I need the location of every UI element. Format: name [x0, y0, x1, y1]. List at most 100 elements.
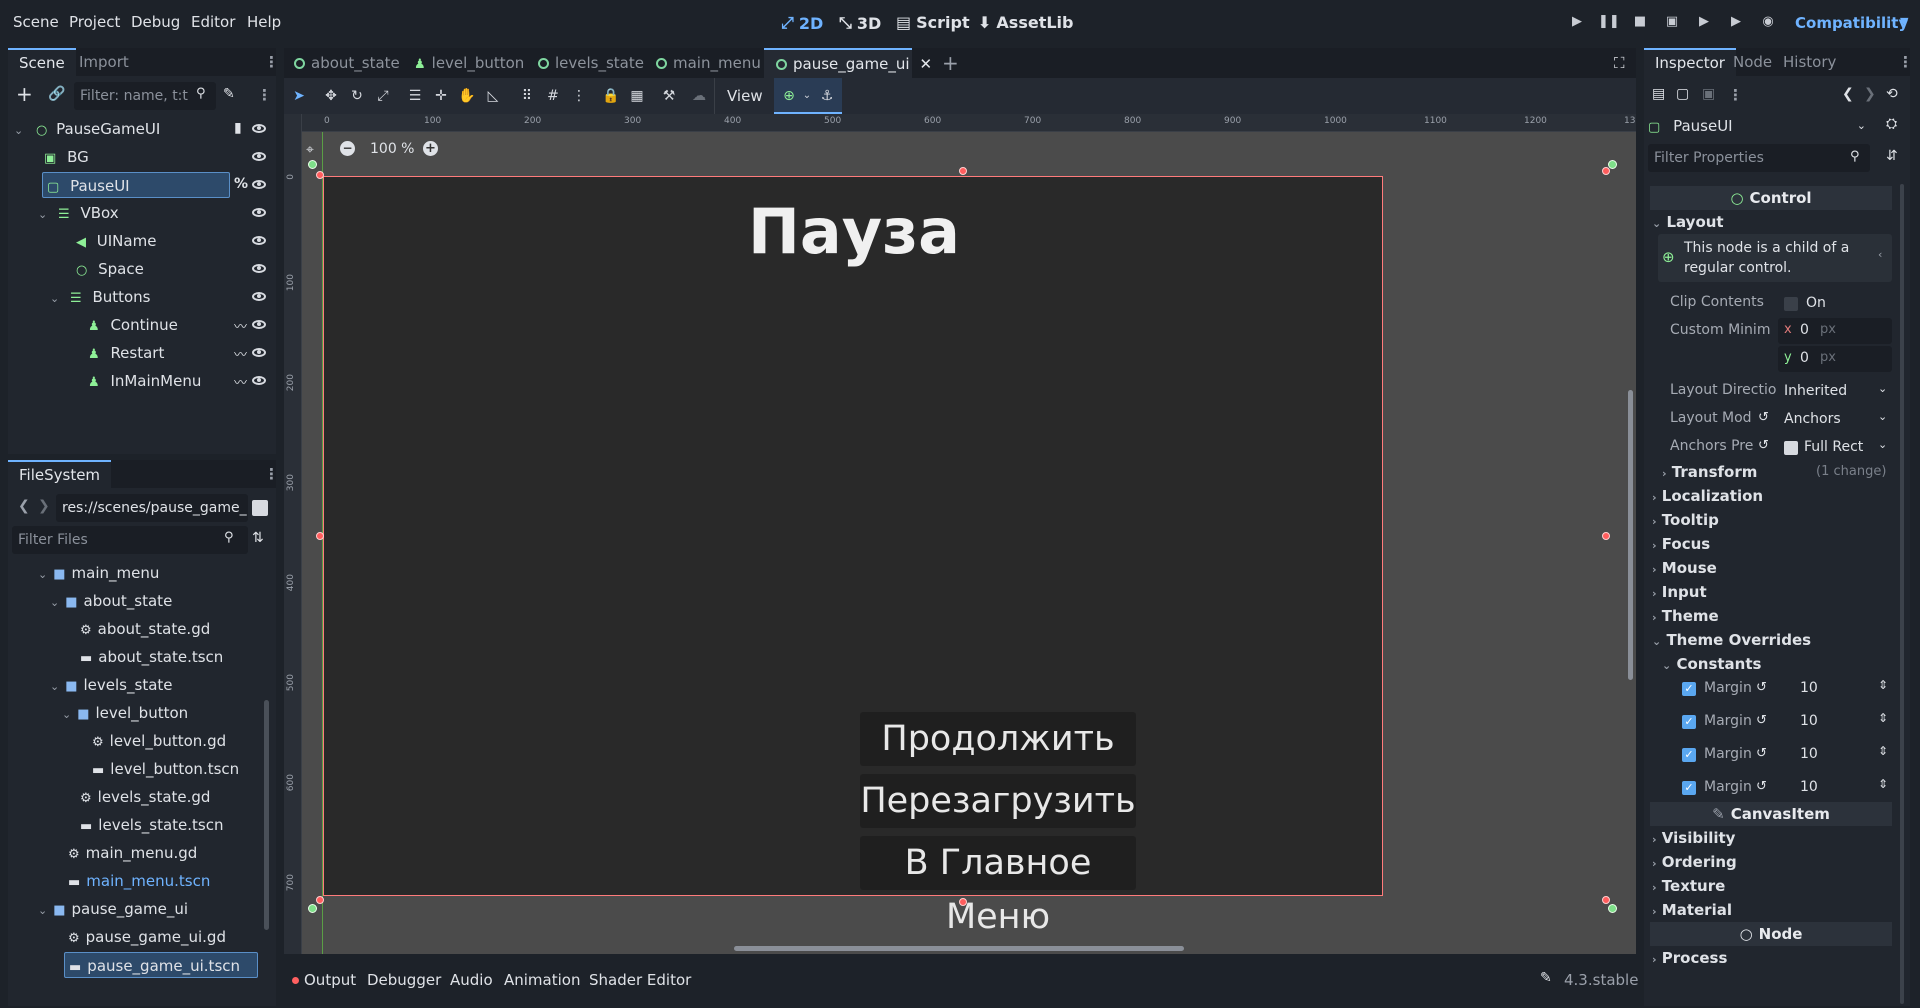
move-tool-icon[interactable]: ✥ — [322, 87, 340, 105]
forward-icon[interactable]: ❯ — [1864, 86, 1876, 102]
group-theme[interactable]: › Theme — [1652, 604, 1902, 628]
signal-icon[interactable]: 〰 — [234, 372, 247, 391]
group-icon[interactable]: ▦ — [628, 87, 646, 105]
resize-handle[interactable] — [316, 171, 324, 179]
layout-badge[interactable]: % — [234, 176, 248, 192]
scene-filter-input[interactable]: Filter: name, t:t — [74, 82, 216, 110]
tab-pause-game-ui[interactable]: pause_game_ui ✕ — [764, 48, 932, 78]
revert-icon[interactable]: ↺ — [1756, 680, 1767, 695]
chevron-right-icon[interactable]: › — [1652, 953, 1657, 966]
history-icon[interactable]: ⟲ — [1886, 86, 1898, 102]
file-row[interactable]: ⚙ about_state.gd — [80, 616, 210, 642]
margin-checkbox[interactable]: ✓ — [1682, 781, 1696, 795]
bone-icon[interactable]: ⚒ — [660, 87, 678, 105]
tree-node-pausegameui[interactable]: ⌄ ○ PauseGameUI — [14, 116, 160, 142]
zoom-level[interactable]: 100 % — [370, 141, 414, 157]
chevron-down-icon[interactable]: ⌄ — [50, 292, 59, 305]
tree-node-continue[interactable]: ♟ Continue — [88, 312, 178, 338]
tab-filesystem[interactable]: FileSystem — [8, 460, 112, 488]
chevron-down-icon[interactable]: ⌄ — [14, 124, 23, 137]
anchor-handle[interactable] — [308, 160, 317, 169]
sort-icon[interactable]: ⇅ — [252, 530, 264, 546]
workspace-script-button[interactable]: ▤ Script — [896, 13, 970, 32]
spin-arrows-icon[interactable]: ⇕ — [1878, 744, 1888, 758]
tree-node-bg[interactable]: ▣ BG — [44, 144, 89, 170]
chevron-down-icon[interactable]: ⌄ — [1878, 438, 1887, 451]
file-row[interactable]: ⚙ main_menu.gd — [68, 840, 197, 866]
inspector-menu-icon[interactable]: ⋮ — [1728, 86, 1743, 104]
doc-icon[interactable]: ⛭ — [1886, 116, 1897, 132]
pause-icon[interactable]: ❚❚ — [1598, 14, 1620, 34]
revert-icon[interactable]: ↺ — [1756, 779, 1767, 794]
chevron-down-icon[interactable]: ⌄ — [38, 208, 47, 221]
dock-menu-icon[interactable]: ⋮ — [264, 53, 279, 71]
layout-direction-value[interactable]: Inherited — [1784, 383, 1847, 399]
group-texture[interactable]: › Texture — [1652, 874, 1902, 898]
continue-button[interactable]: Продолжить — [860, 712, 1136, 766]
resize-handle[interactable] — [316, 896, 324, 904]
group-input[interactable]: › Input — [1652, 580, 1902, 604]
tab-levels-state[interactable]: levels_state — [538, 48, 654, 78]
resize-handle[interactable] — [1602, 167, 1610, 175]
file-row[interactable]: ▬ main_menu.tscn — [68, 868, 210, 894]
margin-checkbox[interactable]: ✓ — [1682, 715, 1696, 729]
grid-snap-icon[interactable]: # — [544, 87, 562, 105]
margin-checkbox[interactable]: ✓ — [1682, 748, 1696, 762]
visibility-eye-icon[interactable] — [252, 348, 266, 357]
camera-override-icon[interactable]: ☁ — [690, 87, 708, 105]
forward-icon[interactable]: ❯ — [38, 498, 50, 514]
group-tooltip[interactable]: › Tooltip — [1652, 508, 1902, 532]
tab-shader-editor[interactable]: Shader Editor — [589, 971, 691, 989]
main-menu-button[interactable]: В Главное Меню — [860, 836, 1136, 937]
tree-node-inmainmenu[interactable]: ♟ InMainMenu — [88, 368, 201, 394]
pan-tool-icon[interactable]: ✋ — [458, 87, 476, 105]
resize-handle[interactable] — [1602, 532, 1610, 540]
menu-scene[interactable]: Scene — [13, 13, 59, 31]
visibility-eye-icon[interactable] — [252, 124, 266, 133]
tree-node-restart[interactable]: ♟ Restart — [88, 340, 164, 366]
chevron-down-icon[interactable]: ⌄ — [62, 708, 71, 721]
chevron-down-icon[interactable]: ⌄ — [1652, 217, 1661, 230]
close-icon[interactable]: ✕ — [920, 55, 933, 73]
chevron-down-icon[interactable]: ⌄ — [1878, 410, 1887, 423]
play-custom-scene-icon[interactable]: ▶ — [1726, 14, 1746, 34]
ruler-tool-icon[interactable]: ◺ — [484, 87, 502, 105]
tree-node-space[interactable]: ○ Space — [76, 256, 144, 282]
view-menu[interactable]: View — [727, 87, 763, 105]
link-icon[interactable]: 🔗 — [48, 86, 65, 102]
select-tool-icon[interactable]: ➤ — [290, 87, 308, 105]
tab-main-menu[interactable]: main_menu — [656, 48, 771, 78]
signal-icon[interactable]: 〰 — [234, 316, 247, 335]
section-control[interactable]: ○ Control — [1650, 186, 1892, 210]
horizontal-scrollbar[interactable] — [734, 946, 1184, 951]
resize-handle[interactable] — [959, 898, 967, 906]
group-constants[interactable]: ⌄ Constants — [1662, 652, 1910, 676]
file-row[interactable]: ▬ level_button.tscn — [92, 756, 239, 782]
vertical-scrollbar[interactable] — [1628, 390, 1633, 680]
chevron-down-icon[interactable]: ⌄ — [38, 904, 47, 917]
add-tab-icon[interactable]: + — [942, 51, 959, 75]
tree-node-uiname[interactable]: ◀ UIName — [76, 228, 156, 254]
group-material[interactable]: › Material — [1652, 898, 1902, 922]
file-row[interactable]: ⚙ level_button.gd — [92, 728, 226, 754]
chevron-right-icon[interactable]: › — [1652, 857, 1657, 870]
spin-arrows-icon[interactable]: ⇕ — [1878, 678, 1888, 692]
tab-level-button[interactable]: ♟ level_button — [414, 48, 534, 78]
visibility-eye-icon[interactable] — [252, 292, 266, 301]
chevron-down-icon[interactable]: ⌄ — [1857, 112, 1866, 140]
restart-button[interactable]: Перезагрузить — [860, 774, 1136, 828]
group-localization[interactable]: › Localization — [1652, 484, 1902, 508]
workspace-2d-button[interactable]: ⤢ 2D — [781, 13, 823, 33]
node-selector[interactable]: ▢ PauseUI ⌄ — [1648, 112, 1870, 140]
margin-checkbox[interactable]: ✓ — [1682, 682, 1696, 696]
visibility-eye-icon[interactable] — [252, 264, 266, 273]
file-row[interactable]: ⌄ ■ about_state — [50, 588, 172, 614]
resize-handle[interactable] — [1602, 896, 1610, 904]
canvas-viewport[interactable]: 0 100 200 300 400 500 600 700 800 900 1000 1100 1200… — [284, 114, 1636, 954]
anchor-icon[interactable]: ⚓ — [818, 87, 836, 105]
pivot-tool-icon[interactable]: ✛ — [432, 87, 450, 105]
chevron-down-icon[interactable]: ⌄ — [1878, 382, 1887, 395]
visibility-eye-icon[interactable] — [252, 236, 266, 245]
update-spinner-icon[interactable]: ✎ — [1540, 970, 1552, 986]
group-theme-overrides[interactable]: ⌄ Theme Overrides — [1652, 628, 1902, 652]
